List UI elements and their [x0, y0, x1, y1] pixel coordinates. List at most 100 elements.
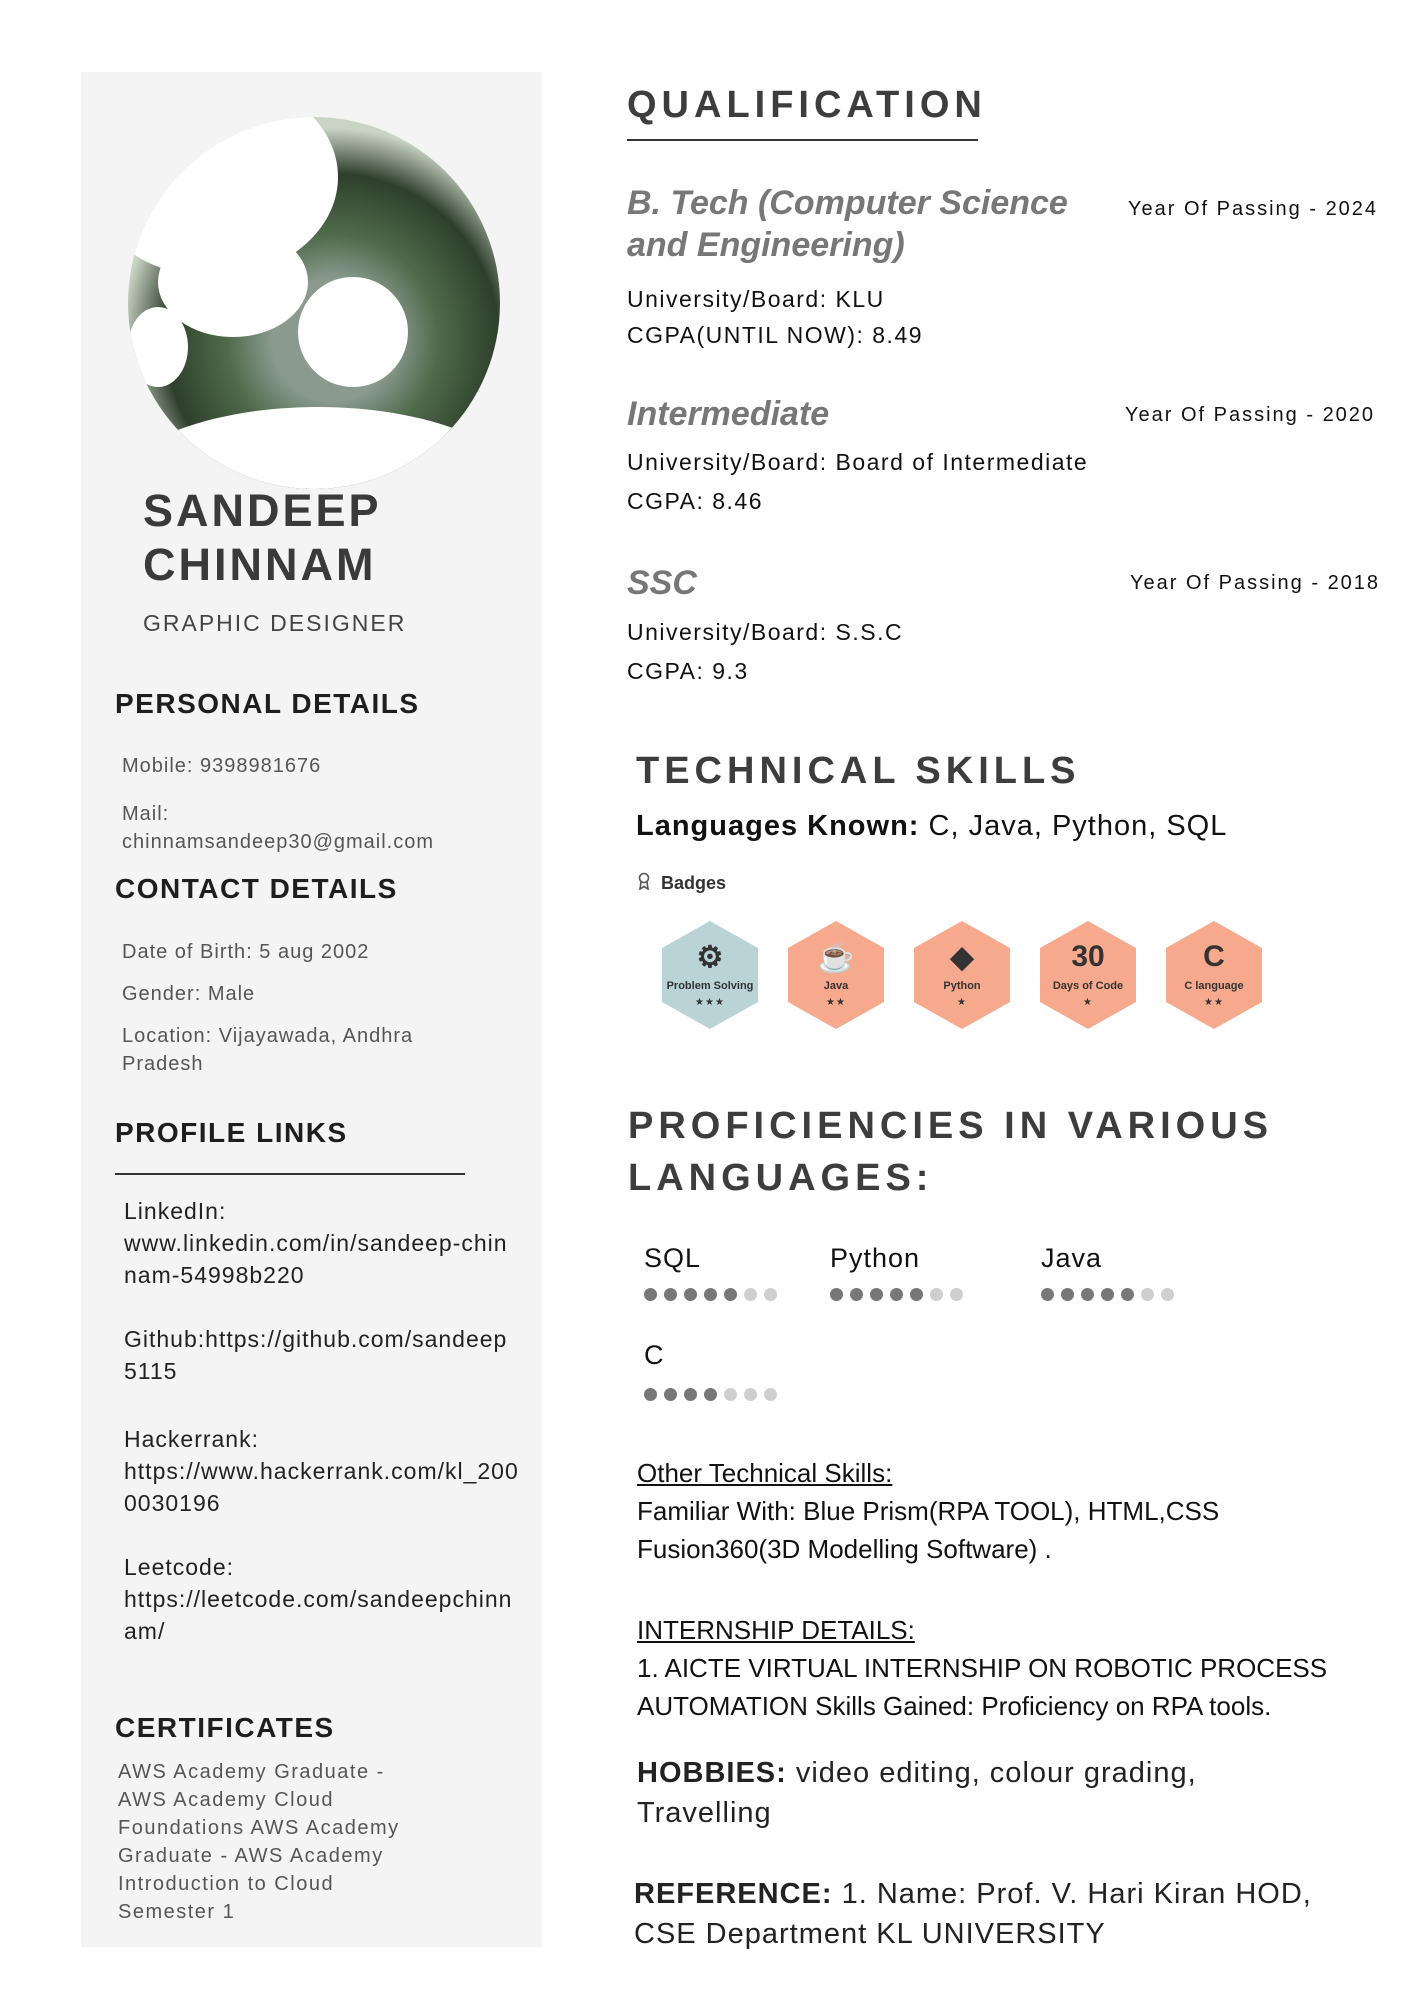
- profile-photo: [128, 117, 500, 489]
- hackerrank-link[interactable]: https://www.hackerrank.com/kl_2000030196: [124, 1455, 519, 1519]
- dot-empty: [744, 1388, 757, 1401]
- badge-python[interactable]: ◆ Python ★: [909, 918, 1015, 1032]
- badges-title: Badges: [637, 872, 726, 895]
- degree-title: B. Tech (Computer Science and Engineerin…: [627, 184, 1068, 264]
- degree-title: Intermediate: [627, 395, 830, 433]
- personal-details-heading: PERSONAL DETAILS: [115, 688, 420, 719]
- dot-filled: [910, 1288, 923, 1301]
- hobbies-section: HOBBIES: video editing, colour grading, …: [637, 1757, 1197, 1829]
- internship-heading: INTERNSHIP DETAILS:: [637, 1615, 915, 1645]
- star-icon: ★★★: [695, 997, 725, 1008]
- proficiency-name: SQL: [644, 1243, 702, 1273]
- dot-filled: [684, 1288, 697, 1301]
- dot-empty: [930, 1288, 943, 1301]
- star-icon: ★★: [1204, 997, 1224, 1008]
- certificates-text: AWS Academy Graduate - AWS Academy Cloud…: [118, 1761, 400, 1923]
- other-skills-line: Fusion360(3D Modelling Software) .: [637, 1534, 1052, 1564]
- internship-text: 1. AICTE VIRTUAL INTERNSHIP ON ROBOTIC P…: [637, 1653, 1328, 1721]
- dot-filled: [1041, 1288, 1054, 1301]
- technical-skills-heading: TECHNICAL SKILLS: [636, 750, 1081, 792]
- sidebar: SANDEEP CHINNAM GRAPHIC DESIGNER PERSONA…: [81, 72, 542, 1947]
- dot-filled: [704, 1288, 717, 1301]
- badge-30-days-of-code[interactable]: 30 Days of Code ★: [1035, 918, 1141, 1032]
- gender-text: Gender: Male: [122, 983, 256, 1005]
- job-title: GRAPHIC DESIGNER: [143, 610, 407, 636]
- github-entry[interactable]: Github:https://github.com/sandeep5115: [124, 1323, 519, 1387]
- ribbon-icon: [637, 872, 651, 895]
- star-icon: ★: [1083, 997, 1093, 1008]
- c-language-icon: C: [1203, 940, 1225, 973]
- linkedin-label: LinkedIn:: [124, 1198, 227, 1224]
- star-icon: ★: [957, 997, 967, 1008]
- dot-filled: [704, 1388, 717, 1401]
- proficiency-name: Java: [1041, 1243, 1103, 1273]
- badge-c-language[interactable]: C C language ★★: [1161, 918, 1267, 1032]
- year-of-passing: Year Of Passing - 2018: [1130, 572, 1381, 594]
- dot-empty: [764, 1388, 777, 1401]
- qualification-underline: [627, 139, 978, 141]
- dot-filled: [664, 1388, 677, 1401]
- proficiencies-heading: PROFICIENCIES IN VARIOUS LANGUAGES:: [628, 1105, 1274, 1199]
- python-icon: ◆: [950, 941, 974, 974]
- board-text: University/Board: Board of Intermediate: [627, 449, 1089, 475]
- proficiency-name: Python: [830, 1243, 921, 1273]
- certificates-heading: CERTIFICATES: [115, 1712, 335, 1743]
- dot-filled: [870, 1288, 883, 1301]
- dot-filled: [644, 1288, 657, 1301]
- linkedin-link[interactable]: www.linkedin.com/in/sandeep-chinnam-5499…: [124, 1227, 519, 1291]
- contact-details-heading: CONTACT DETAILS: [115, 873, 398, 904]
- hackerrank-label: Hackerrank:: [124, 1426, 259, 1452]
- proficiency-dots: [644, 1388, 777, 1401]
- star-icon: ★★: [826, 997, 846, 1008]
- other-skills-section: Other Technical Skills: Familiar With: B…: [637, 1454, 1357, 1568]
- year-of-passing: Year Of Passing - 2020: [1125, 404, 1376, 426]
- proficiency-name: C: [644, 1340, 665, 1370]
- dob-text: Date of Birth: 5 aug 2002: [122, 941, 370, 963]
- other-skills-line: Familiar With: Blue Prism(RPA TOOL), HTM…: [637, 1496, 1220, 1526]
- dot-empty: [724, 1388, 737, 1401]
- proficiency-dots: [644, 1288, 777, 1301]
- board-text: University/Board: S.S.C: [627, 619, 904, 645]
- board-text: University/Board: KLU: [627, 286, 885, 312]
- person-name: SANDEEP CHINNAM: [143, 485, 382, 590]
- badge-java[interactable]: ☕ Java ★★: [783, 918, 889, 1032]
- dot-filled: [724, 1288, 737, 1301]
- dot-filled: [684, 1388, 697, 1401]
- degree-title: SSC: [627, 564, 697, 602]
- mail-label: Mail:: [122, 803, 170, 825]
- leetcode-link[interactable]: https://leetcode.com/sandeepchinnam/: [124, 1583, 519, 1647]
- qualification-heading: QUALIFICATION: [627, 84, 987, 126]
- dot-empty: [950, 1288, 963, 1301]
- leetcode-label: Leetcode:: [124, 1554, 235, 1580]
- reference-section: REFERENCE: 1. Name: Prof. V. Hari Kiran …: [634, 1878, 1312, 1950]
- languages-known: Languages Known: C, Java, Python, SQL: [636, 810, 1228, 842]
- internship-section: INTERNSHIP DETAILS: 1. AICTE VIRTUAL INT…: [637, 1611, 1357, 1725]
- dot-empty: [1141, 1288, 1154, 1301]
- score-text: CGPA(UNTIL NOW): 8.49: [627, 322, 924, 348]
- dot-empty: [764, 1288, 777, 1301]
- proficiency-dots: [830, 1288, 963, 1301]
- year-of-passing: Year Of Passing - 2024: [1128, 198, 1379, 220]
- score-text: CGPA: 8.46: [627, 488, 764, 514]
- divider: [115, 1173, 465, 1175]
- dot-filled: [1121, 1288, 1134, 1301]
- dot-filled: [830, 1288, 843, 1301]
- profile-links-heading: PROFILE LINKS: [115, 1117, 348, 1148]
- thirty-days-icon: 30: [1071, 940, 1105, 973]
- mail-value: chinnamsandeep30@gmail.com: [122, 831, 435, 853]
- mobile-text: Mobile: 9398981676: [122, 755, 322, 777]
- dot-filled: [890, 1288, 903, 1301]
- dot-empty: [744, 1288, 757, 1301]
- dot-filled: [664, 1288, 677, 1301]
- dot-filled: [1101, 1288, 1114, 1301]
- dot-filled: [1061, 1288, 1074, 1301]
- dot-filled: [850, 1288, 863, 1301]
- score-text: CGPA: 9.3: [627, 658, 749, 684]
- dot-filled: [1081, 1288, 1094, 1301]
- dot-empty: [1161, 1288, 1174, 1301]
- badge-problem-solving[interactable]: ⚙ Problem Solving ★★★: [657, 918, 763, 1032]
- location-text: Location: Vijayawada, Andhra Pradesh: [122, 1025, 414, 1075]
- problem-solving-icon: ⚙: [696, 941, 724, 974]
- proficiency-dots: [1041, 1288, 1174, 1301]
- java-icon: ☕: [817, 941, 855, 974]
